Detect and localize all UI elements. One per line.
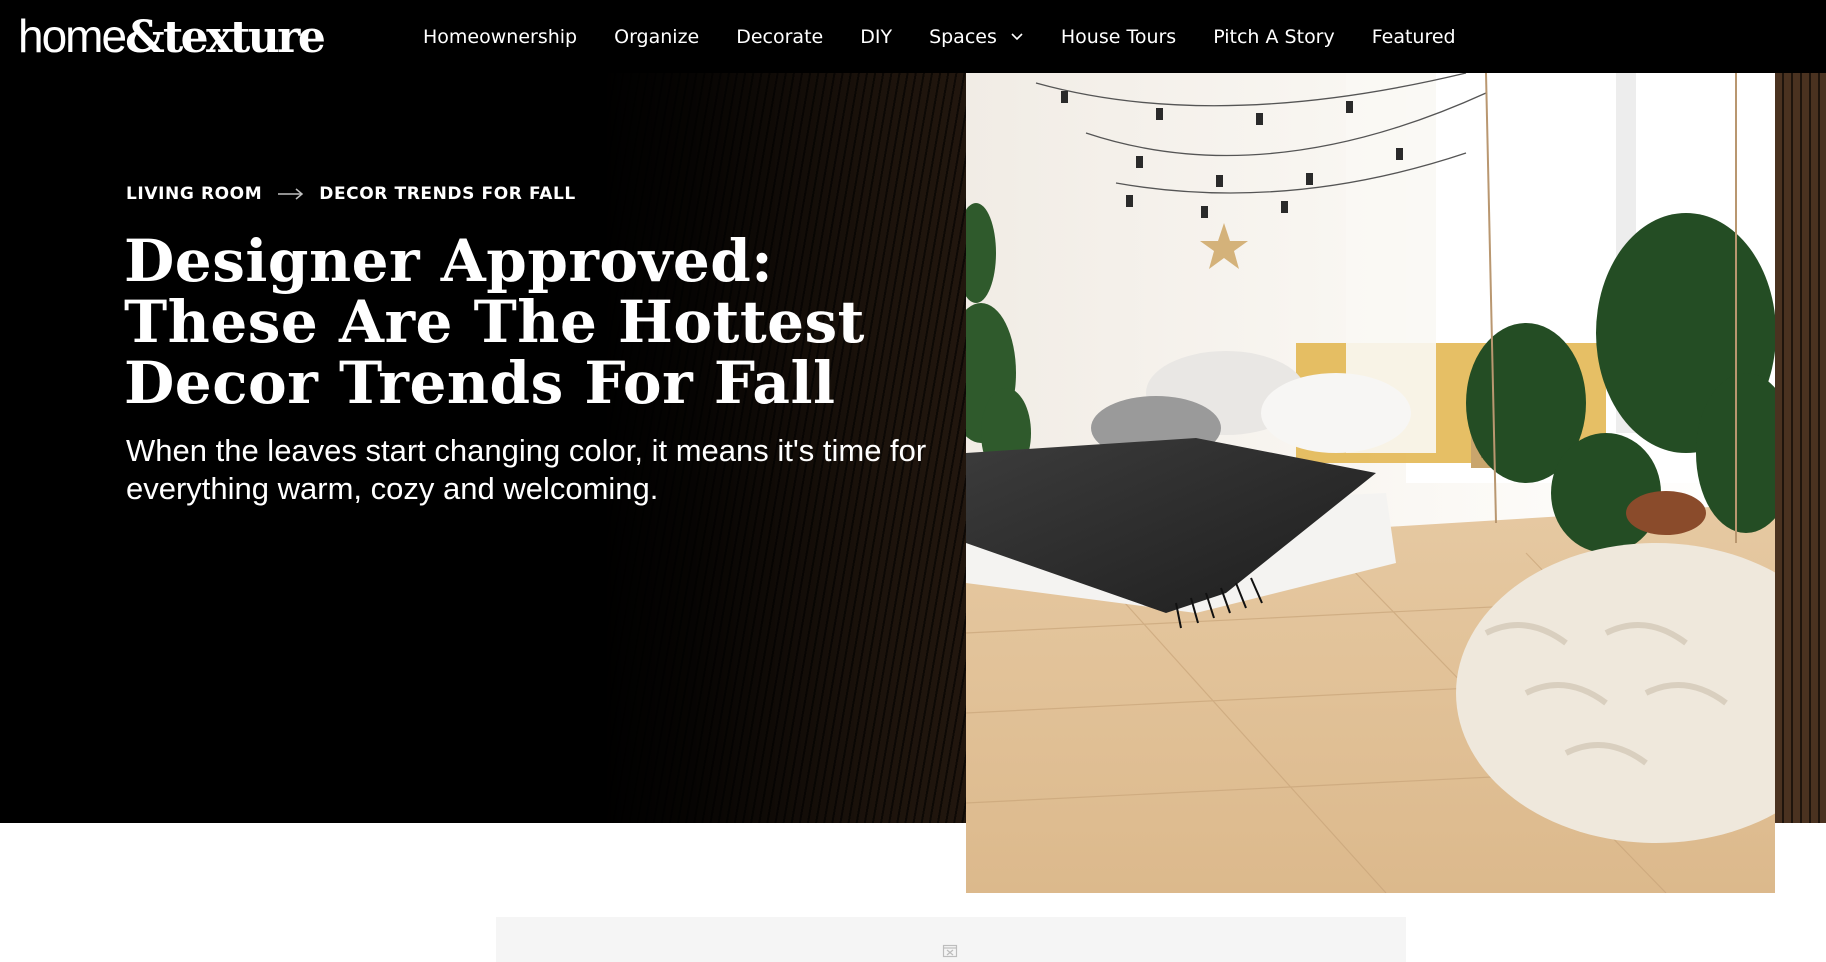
top-navigation: home & texture Homeownership Organize De… [0,0,1826,73]
logo-text-home: home [18,10,127,62]
site-logo[interactable]: home & texture [18,8,326,64]
article-dek: When the leaves start changing color, it… [126,433,927,506]
article-title: Designer Approved: These Are The Hottest… [124,227,865,417]
nav-homeownership[interactable]: Homeownership [423,26,577,48]
breadcrumb-living-room[interactable]: LIVING ROOM [126,184,262,204]
logo-text-texture: texture [162,12,326,63]
nav-diy[interactable]: DIY [860,26,892,48]
bedroom-photo-illustration [966,73,1775,893]
logo-ampersand: & [125,12,165,63]
nav-organize[interactable]: Organize [614,26,699,48]
primary-menu: Homeownership Organize Decorate DIY Spac… [423,0,1493,73]
chevron-down-icon[interactable] [1010,32,1024,42]
nav-pitch-a-story[interactable]: Pitch A Story [1213,26,1335,48]
nav-spaces-label: Spaces [929,25,997,48]
wood-slat-edge [1775,73,1826,823]
breadcrumb-decor-trends[interactable]: DECOR TRENDS FOR FALL [319,184,576,204]
arrow-right-icon [278,188,304,200]
nav-spaces[interactable]: Spaces [929,26,1024,48]
nav-decorate[interactable]: Decorate [736,26,823,48]
image-placeholder-icon [942,944,958,958]
ad-placeholder [496,917,1406,962]
breadcrumb: LIVING ROOM DECOR TRENDS FOR FALL [126,184,576,204]
nav-featured[interactable]: Featured [1372,26,1456,48]
hero-image [966,73,1775,893]
nav-house-tours[interactable]: House Tours [1061,26,1176,48]
